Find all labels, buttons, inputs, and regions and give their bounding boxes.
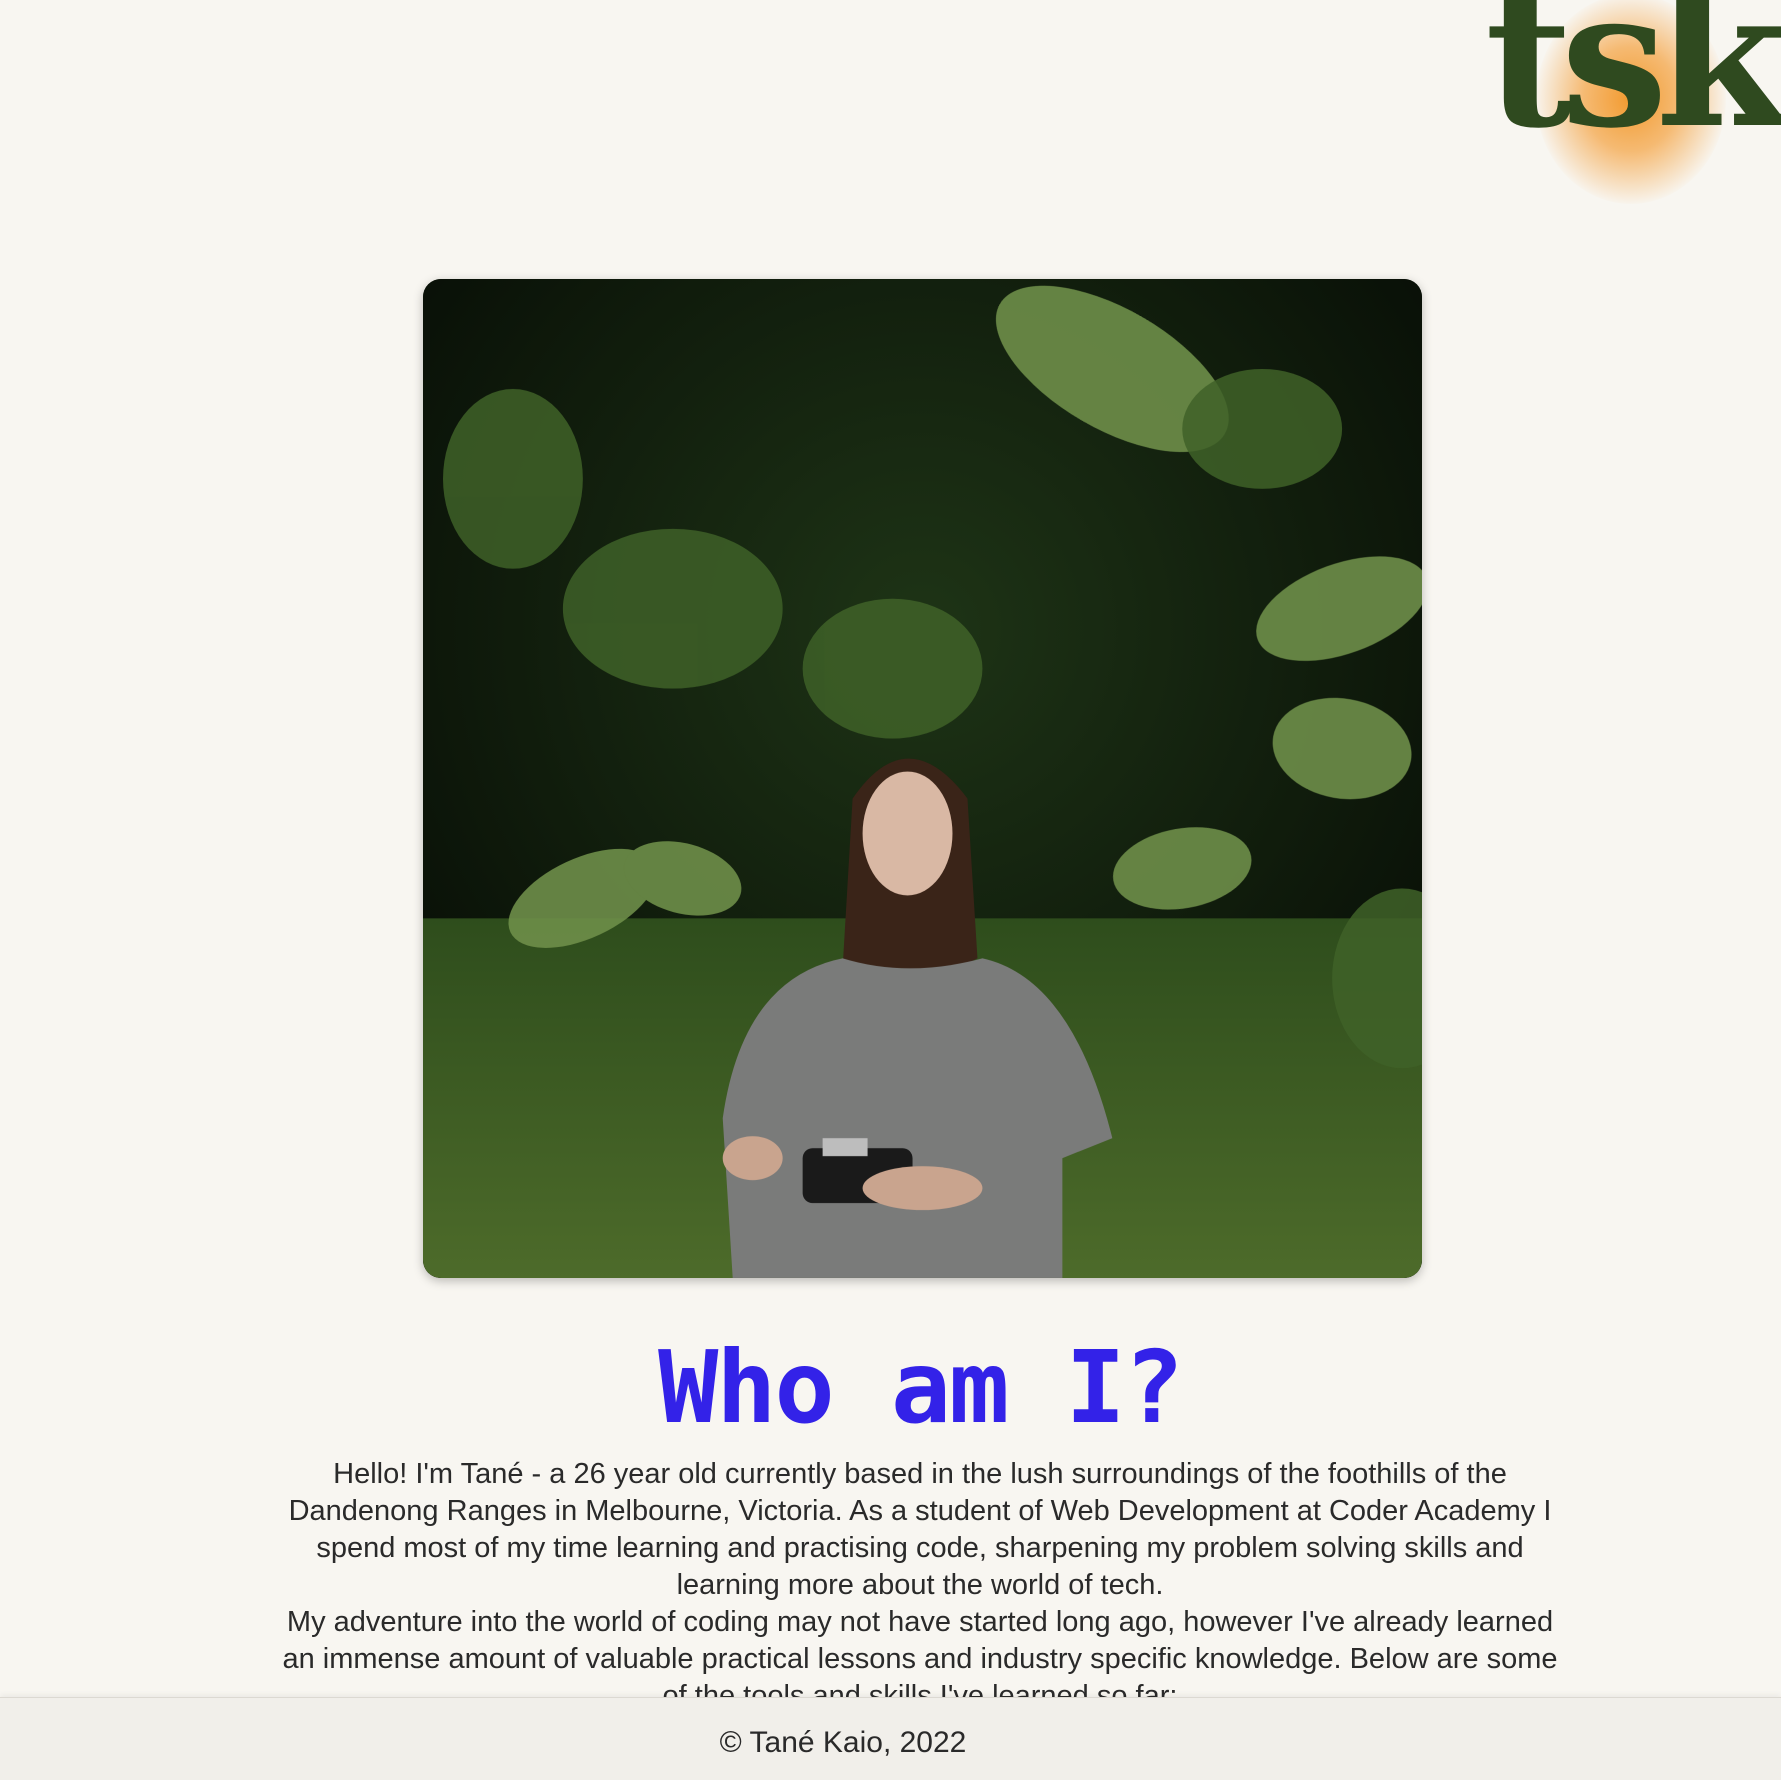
- about-heading: Who am I?: [658, 1329, 1184, 1446]
- site-logo[interactable]: tsk: [1481, 0, 1781, 214]
- copyright-text: © Tané Kaio, 2022: [719, 1726, 967, 1759]
- about-bio: Hello! I'm Tané - a 26 year old currentl…: [270, 1456, 1570, 1715]
- person-with-camera-icon: [423, 279, 1422, 1278]
- bio-paragraph-1: Hello! I'm Tané - a 26 year old currentl…: [288, 1458, 1552, 1601]
- logo-wordmark: tsk: [1485, 0, 1781, 170]
- footer: © Tané Kaio, 2022: [0, 1697, 1781, 1780]
- portrait-photo: [423, 279, 1422, 1278]
